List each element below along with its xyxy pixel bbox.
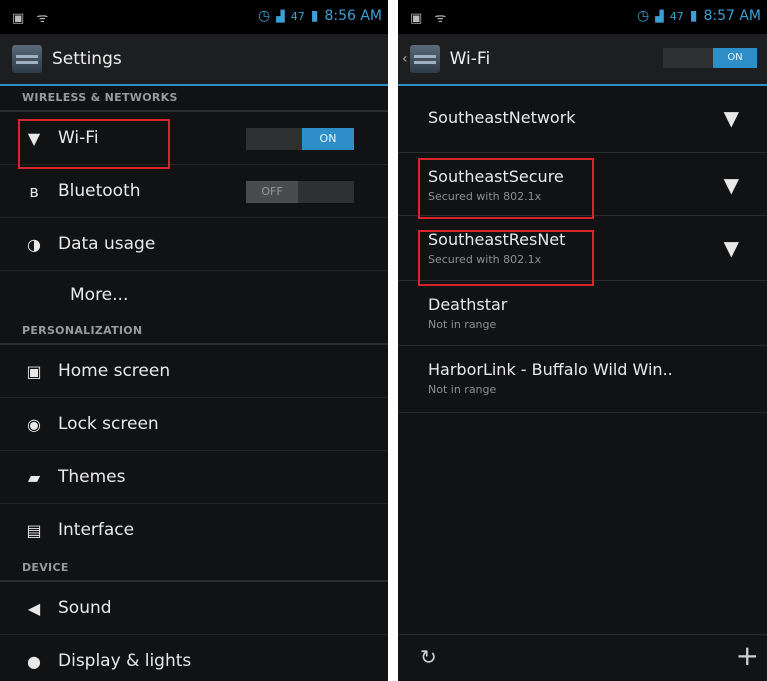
network-item[interactable]: Deathstar Not in range — [398, 281, 767, 346]
section-wireless: WIRELESS & NETWORKS — [0, 86, 388, 112]
bluetooth-toggle-state: OFF — [246, 181, 298, 203]
wifi-master-toggle-state: ON — [713, 48, 757, 68]
bluetooth-label: Bluetooth — [58, 181, 141, 201]
network-name: HarborLink - Buffalo Wild Win.. — [428, 360, 673, 379]
wifi-toggle[interactable]: ON — [246, 128, 354, 150]
home-screen-icon: ▣ — [26, 361, 42, 381]
status-time: 8:56 AM — [324, 8, 382, 24]
action-bar: ‹ Wi-Fi ON — [398, 34, 767, 86]
network-status: Not in range — [428, 318, 497, 331]
interface-icon: ▤ — [26, 520, 42, 540]
signal-icon: ▟ — [276, 9, 285, 23]
data-usage-label: Data usage — [58, 234, 156, 254]
home-screen-label: Home screen — [58, 361, 171, 381]
data-usage-icon: ◑ — [27, 234, 41, 254]
display-icon: ● — [27, 651, 41, 671]
settings-item-wifi[interactable]: ▼ Wi-Fi ON — [0, 112, 388, 165]
sound-label: Sound — [58, 598, 112, 618]
more-label: More... — [70, 285, 129, 305]
settings-item-sound[interactable]: ◀ Sound — [0, 582, 388, 635]
wifi-icon: ▼ — [27, 128, 41, 148]
alarm-icon: ◷ — [637, 8, 650, 24]
settings-item-display[interactable]: ● Display & lights — [0, 635, 388, 681]
battery-level: 47 — [669, 9, 684, 23]
alarm-icon: ◷ — [258, 8, 271, 24]
wps-icon[interactable]: ↻ — [420, 645, 437, 669]
wifi-locked-signal-icon: ▼ — [723, 236, 739, 260]
settings-item-data-usage[interactable]: ◑ Data usage — [0, 218, 388, 271]
network-item[interactable]: SoutheastSecure Secured with 802.1x ▼ — [398, 153, 767, 216]
settings-item-bluetooth[interactable]: ʙ Bluetooth OFF — [0, 165, 388, 218]
bottom-action-bar: ↻ + — [398, 634, 767, 681]
wifi-label: Wi-Fi — [58, 128, 99, 148]
network-status: Not in range — [428, 383, 497, 396]
status-time: 8:57 AM — [703, 8, 761, 24]
notification-icons: ▣ ᯤ — [410, 11, 451, 26]
display-label: Display & lights — [58, 651, 192, 671]
interface-label: Interface — [58, 520, 135, 540]
sound-icon: ◀ — [27, 598, 41, 618]
network-name: Deathstar — [428, 295, 508, 314]
network-item[interactable]: SoutheastResNet Secured with 802.1x ▼ — [398, 216, 767, 281]
wifi-signal-icon: ▼ — [723, 106, 739, 130]
themes-icon: ▰ — [27, 467, 41, 487]
settings-screen: ▣ ᯤ ◷ ▟ 47 ▮ 8:56 AM Settings WIRELESS &… — [0, 0, 388, 681]
network-item[interactable]: HarborLink - Buffalo Wild Win.. Not in r… — [398, 346, 767, 413]
network-name: SoutheastNetwork — [428, 108, 576, 127]
back-caret-icon[interactable]: ‹ — [402, 51, 408, 67]
page-title: Settings — [52, 49, 122, 69]
settings-item-lock-screen[interactable]: ◉ Lock screen — [0, 398, 388, 451]
settings-item-more[interactable]: More... — [0, 271, 388, 319]
network-name: SoutheastSecure — [428, 167, 564, 186]
lock-screen-label: Lock screen — [58, 414, 159, 434]
wifi-screen: ▣ ᯤ ◷ ▟ 47 ▮ 8:57 AM ‹ Wi-Fi ON Southeas… — [398, 0, 767, 681]
status-bar: ▣ ᯤ ◷ ▟ 47 ▮ 8:57 AM — [398, 0, 767, 34]
battery-level: 47 — [290, 9, 305, 23]
network-item[interactable]: SoutheastNetwork ▼ — [398, 86, 767, 153]
battery-icon: ▮ — [310, 8, 319, 24]
status-bar: ▣ ᯤ ◷ ▟ 47 ▮ 8:56 AM — [0, 0, 388, 34]
add-network-icon[interactable]: + — [736, 639, 759, 672]
page-title: Wi-Fi — [449, 49, 491, 69]
themes-label: Themes — [58, 467, 126, 487]
signal-icon: ▟ — [655, 9, 664, 23]
settings-app-icon[interactable] — [409, 45, 440, 73]
section-personalization: PERSONALIZATION — [0, 319, 388, 345]
network-status: Secured with 802.1x — [428, 190, 542, 203]
bluetooth-icon: ʙ — [29, 181, 39, 201]
settings-item-home-screen[interactable]: ▣ Home screen — [0, 345, 388, 398]
bluetooth-toggle[interactable]: OFF — [246, 181, 354, 203]
settings-item-interface[interactable]: ▤ Interface — [0, 504, 388, 556]
network-name: SoutheastResNet — [428, 230, 566, 249]
wifi-master-toggle[interactable]: ON — [663, 48, 757, 68]
wifi-locked-signal-icon: ▼ — [723, 173, 739, 197]
settings-app-icon — [12, 45, 42, 73]
network-status: Secured with 802.1x — [428, 253, 542, 266]
section-device: DEVICE — [0, 556, 388, 582]
battery-icon: ▮ — [689, 8, 698, 24]
notification-icons: ▣ ᯤ — [12, 11, 53, 26]
action-bar: Settings — [0, 34, 388, 86]
wifi-toggle-state: ON — [302, 128, 354, 150]
lock-screen-icon: ◉ — [27, 414, 41, 434]
settings-item-themes[interactable]: ▰ Themes — [0, 451, 388, 504]
